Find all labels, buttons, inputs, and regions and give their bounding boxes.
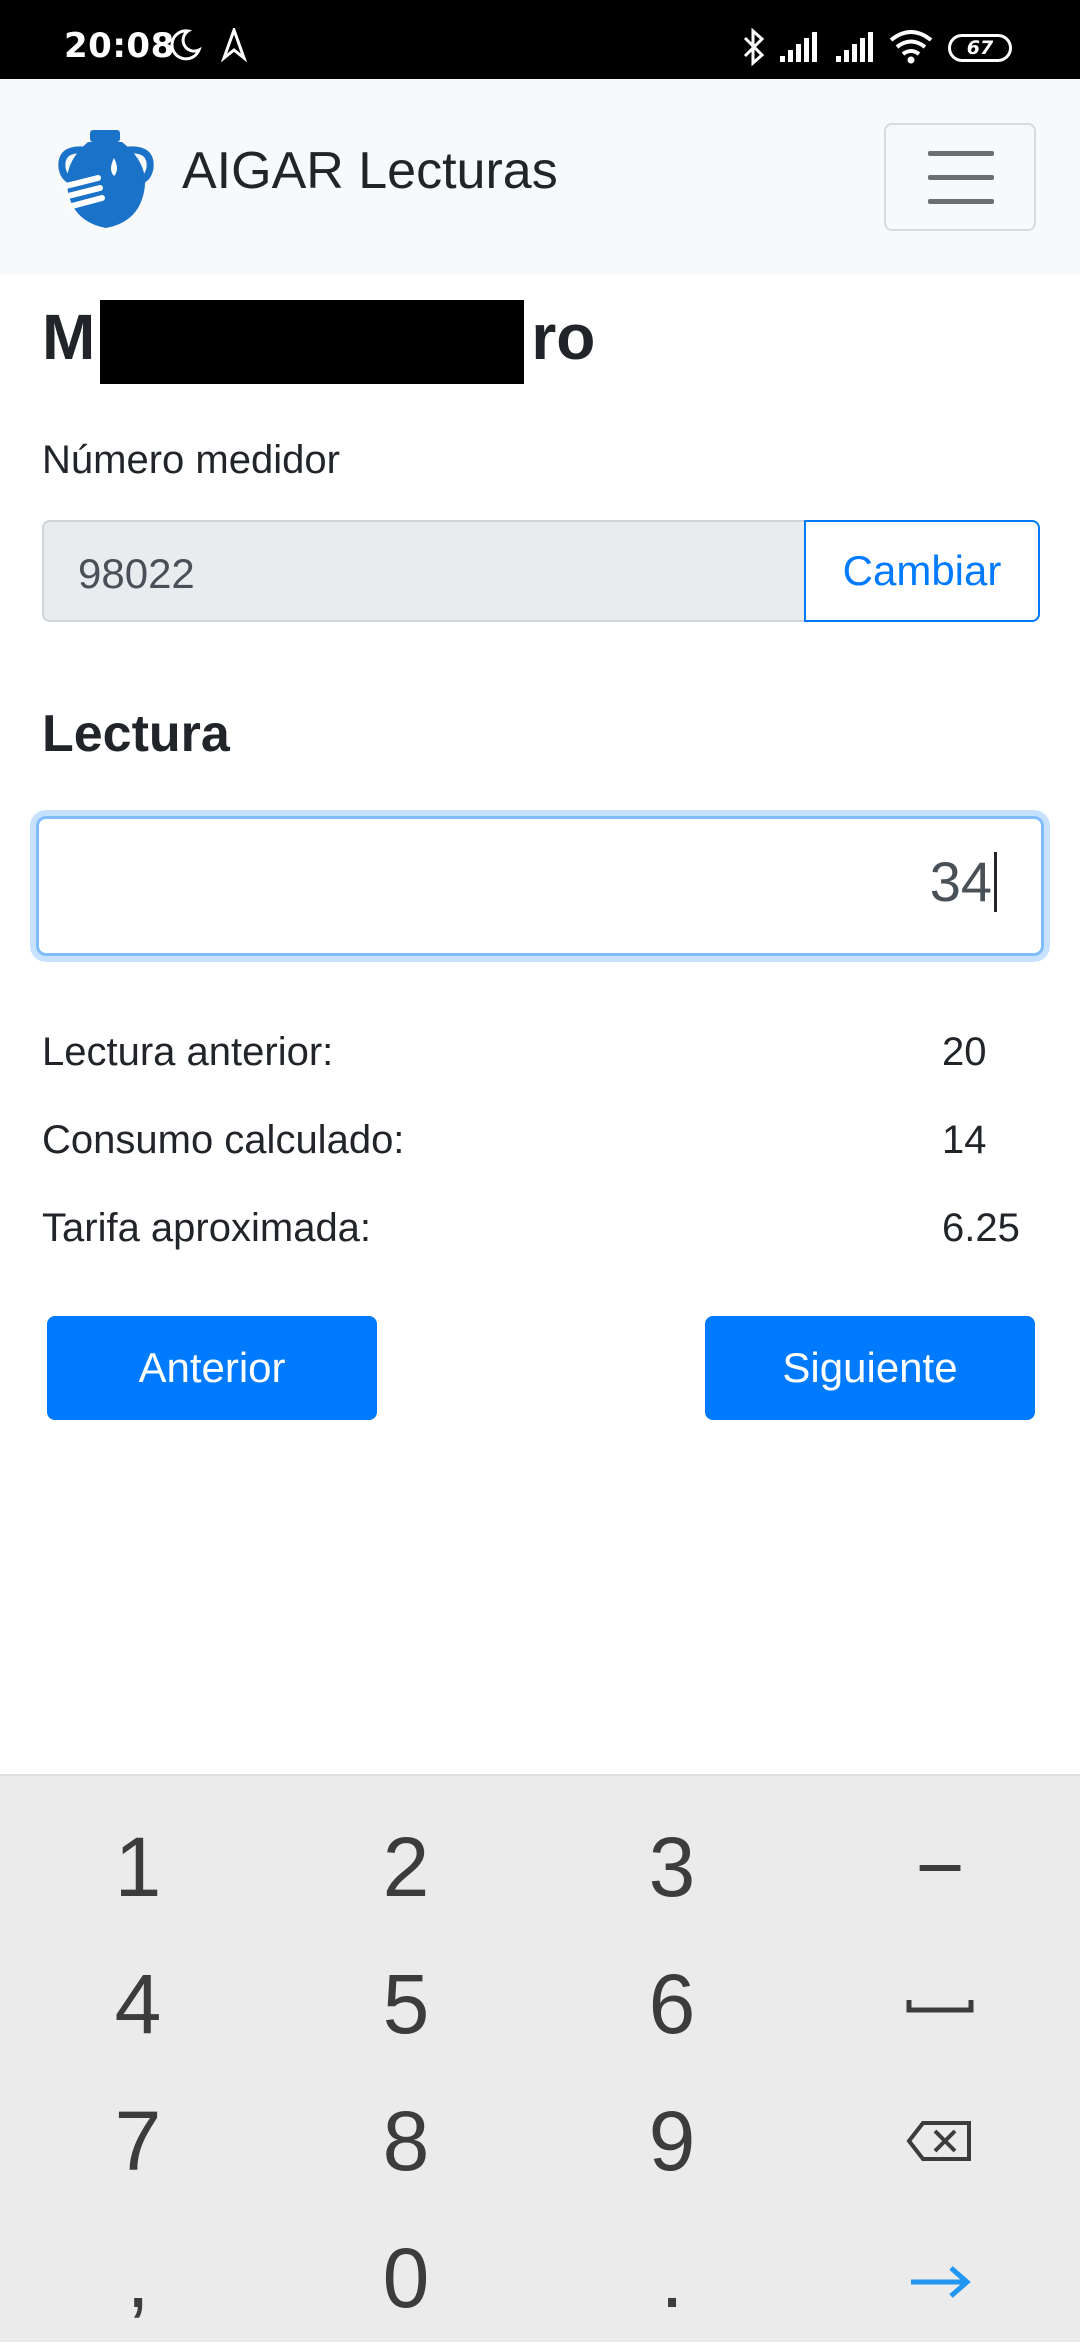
key-7[interactable]: 7 bbox=[38, 2081, 238, 2201]
approximate-rate-value: 6.25 bbox=[942, 1206, 1020, 1250]
meter-label: Número medidor bbox=[42, 438, 340, 482]
key-space[interactable] bbox=[840, 1944, 1040, 2064]
reading-value: 34 bbox=[929, 850, 992, 913]
key-5[interactable]: 5 bbox=[306, 1944, 506, 2064]
previous-button[interactable]: Anterior bbox=[47, 1316, 377, 1420]
status-bar: 20:08 67 bbox=[0, 0, 1080, 79]
key-8[interactable]: 8 bbox=[306, 2081, 506, 2201]
previous-reading-label: Lectura anterior: bbox=[42, 1030, 334, 1074]
calculated-consumption-label: Consumo calculado: bbox=[42, 1118, 405, 1162]
page-title-start: M bbox=[42, 301, 96, 373]
brand-name[interactable]: AIGAR Lecturas bbox=[182, 141, 558, 201]
key-comma[interactable]: , bbox=[38, 2218, 238, 2338]
key-9[interactable]: 9 bbox=[572, 2081, 772, 2201]
approximate-rate-row: Tarifa aproximada: 6.25 bbox=[42, 1206, 1038, 1266]
key-4[interactable]: 4 bbox=[38, 1944, 238, 2064]
bluetooth-icon bbox=[743, 28, 765, 66]
reading-title: Lectura bbox=[42, 705, 230, 763]
key-period[interactable]: . bbox=[572, 2218, 772, 2338]
text-caret bbox=[994, 852, 997, 913]
space-icon bbox=[906, 2000, 974, 2013]
key-enter[interactable] bbox=[840, 2218, 1040, 2338]
key-0[interactable]: 0 bbox=[306, 2218, 506, 2338]
next-button[interactable]: Siguiente bbox=[705, 1316, 1035, 1420]
backspace-icon bbox=[906, 2121, 971, 2161]
reading-input[interactable]: 34 bbox=[36, 816, 1044, 956]
change-meter-button[interactable]: Cambiar bbox=[804, 520, 1040, 622]
numeric-keyboard: 1 2 3 − 4 5 6 7 8 9 , 0 . bbox=[0, 1774, 1080, 2342]
status-time: 20:08 bbox=[64, 26, 175, 66]
battery-icon: 67 bbox=[948, 34, 1012, 62]
key-1[interactable]: 1 bbox=[38, 1807, 238, 1927]
key-backspace[interactable] bbox=[840, 2081, 1040, 2201]
moon-icon bbox=[170, 29, 202, 61]
wifi-icon bbox=[889, 30, 933, 64]
battery-level: 67 bbox=[966, 37, 994, 59]
key-6[interactable]: 6 bbox=[572, 1944, 772, 2064]
calculated-consumption-row: Consumo calculado: 14 bbox=[42, 1118, 1038, 1178]
redaction-block bbox=[100, 300, 524, 384]
previous-reading-value: 20 bbox=[942, 1030, 987, 1074]
water-jar-logo-icon[interactable] bbox=[54, 128, 158, 232]
key-2[interactable]: 2 bbox=[306, 1807, 506, 1927]
key-3[interactable]: 3 bbox=[572, 1807, 772, 1927]
hamburger-menu-icon bbox=[928, 151, 994, 156]
signal-icon bbox=[836, 32, 873, 62]
navigation-icon bbox=[220, 28, 248, 63]
approximate-rate-label: Tarifa aproximada: bbox=[42, 1206, 372, 1250]
arrow-right-icon bbox=[911, 2266, 971, 2298]
previous-reading-row: Lectura anterior: 20 bbox=[42, 1030, 1038, 1090]
page-title-end: ro bbox=[531, 301, 596, 373]
key-minus[interactable]: − bbox=[840, 1807, 1040, 1927]
calculated-consumption-value: 14 bbox=[942, 1118, 987, 1162]
menu-toggle-button[interactable] bbox=[884, 123, 1036, 231]
meter-number-field: 98022 bbox=[42, 520, 804, 622]
signal-icon bbox=[780, 32, 817, 62]
